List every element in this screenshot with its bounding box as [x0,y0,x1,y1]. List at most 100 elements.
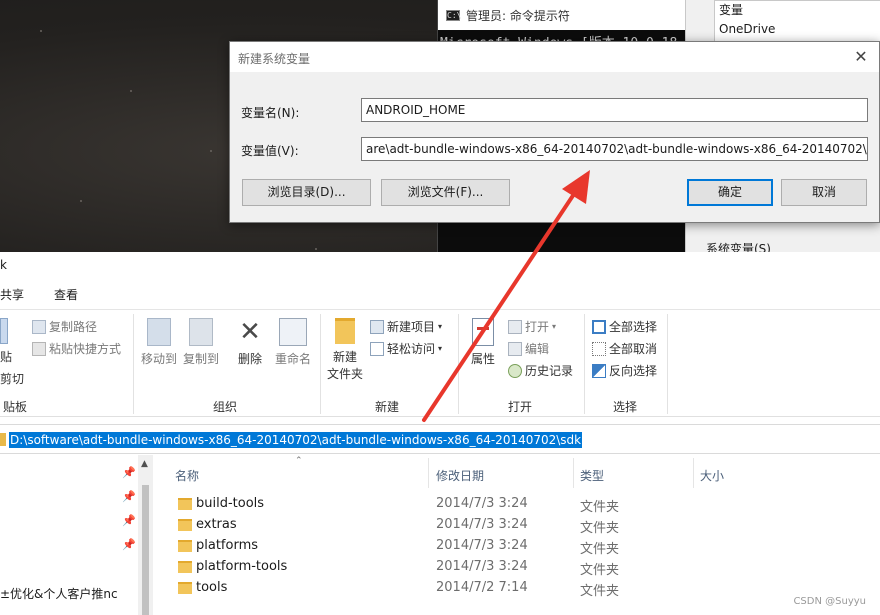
paste-button[interactable] [0,318,14,344]
address-bar[interactable]: D:\software\adt-bundle-windows-x86_64-20… [0,424,880,454]
easy-access-button[interactable]: 轻松访问 ▾ [370,340,442,357]
file-type: 文件夹 [580,584,620,599]
delete-button[interactable]: ✕ 删除 [233,318,267,367]
file-name: extras [196,517,237,532]
select-none-button[interactable]: 全部取消 [592,340,657,357]
address-path[interactable]: D:\software\adt-bundle-windows-x86_64-20… [9,432,583,448]
sort-ascending-icon: ⌃ [295,456,303,466]
edit-button[interactable]: 编辑 [508,340,549,357]
file-row[interactable]: extras 2014/7/3 3:24 文件夹 [170,515,730,536]
folder-icon [178,498,192,510]
nav-item[interactable]: ±优化&个人客户推nc [0,585,118,602]
new-folder-button[interactable]: 新建 文件夹 [325,318,365,382]
column-separator[interactable] [573,458,574,488]
rename-icon [279,318,307,346]
file-row[interactable]: tools 2014/7/2 7:14 文件夹 [170,578,730,599]
new-folder-label-2: 文件夹 [326,367,363,381]
dialog-titlebar[interactable]: 新建系统变量 ✕ [230,42,879,72]
cmd-titlebar[interactable]: C:\ 管理员: 命令提示符 [438,0,685,30]
select-all-label: 全部选择 [609,320,658,334]
move-to-button[interactable]: 移动到 [140,318,178,367]
pin-icon[interactable]: 📌 [122,466,136,479]
list-item[interactable]: OneDrive [715,20,880,39]
cancel-button[interactable]: 取消 [781,179,867,206]
group-separator [584,314,585,414]
ribbon-tabs: 共享 查看 [0,286,108,306]
open-group-label: 打开 [507,400,532,414]
file-row[interactable]: platform-tools 2014/7/3 3:24 文件夹 [170,557,730,578]
file-row[interactable]: build-tools 2014/7/3 3:24 文件夹 [170,494,730,515]
copy-path-icon [32,319,46,334]
chevron-down-icon: ▾ [438,322,443,331]
new-folder-icon [335,318,355,344]
copy-path-label: 复制路径 [49,320,98,334]
new-item-icon [370,319,384,334]
variable-name-input[interactable]: ANDROID_HOME [361,98,868,122]
new-item-button[interactable]: 新建项目 ▾ [370,318,442,335]
file-type: 文件夹 [580,563,620,578]
group-separator [458,314,459,414]
close-icon[interactable]: ✕ [847,44,875,70]
ok-button[interactable]: 确定 [687,179,773,206]
edit-label: 编辑 [525,342,550,356]
history-icon [508,363,522,378]
user-variables-list[interactable]: 变量 OneDrive [714,0,880,42]
column-header-date[interactable]: 修改日期 [436,467,484,484]
file-date: 2014/7/3 3:24 [436,538,528,553]
pin-icon[interactable]: 📌 [122,490,136,503]
easy-access-label: 轻松访问 [387,342,436,356]
column-header-type[interactable]: 类型 [580,467,604,484]
copy-to-button[interactable]: 复制到 [182,318,220,367]
file-type: 文件夹 [580,542,620,557]
paste-label[interactable]: 贴 [0,348,12,365]
tab-share[interactable]: 共享 [0,286,24,306]
properties-button[interactable]: 属性 [464,318,502,367]
file-row[interactable]: platforms 2014/7/3 3:24 文件夹 [170,536,730,557]
column-header-size[interactable]: 大小 [700,467,724,484]
window-title: k [0,258,7,272]
browse-file-button[interactable]: 浏览文件(F)... [381,179,510,206]
new-folder-label-1: 新建 [332,350,357,364]
folder-icon [178,582,192,594]
select-group-label: 选择 [612,400,637,414]
variable-value-input[interactable]: are\adt-bundle-windows-x86_64-20140702\a… [361,137,868,161]
pin-icon[interactable]: 📌 [122,538,136,551]
column-separator[interactable] [428,458,429,488]
open-button[interactable]: 打开 ▾ [508,318,556,335]
tab-view[interactable]: 查看 [54,286,78,306]
file-name: build-tools [196,496,265,511]
paste-icon [0,318,8,344]
pin-icon[interactable]: 📌 [122,514,136,527]
file-date: 2014/7/3 3:24 [436,496,528,511]
star-speck [40,30,42,32]
column-header-name[interactable]: 名称 [175,467,199,484]
cmd-icon: C:\ [446,9,462,21]
properties-label: 属性 [470,352,495,366]
copy-path-button[interactable]: 复制路径 [32,318,97,335]
delete-label: 删除 [237,352,262,366]
select-all-button[interactable]: 全部选择 [592,318,657,335]
star-speck [315,248,317,250]
invert-selection-button[interactable]: 反向选择 [592,362,657,379]
nav-scrollbar[interactable]: ▲ [138,455,153,615]
history-label: 历史记录 [525,364,574,378]
file-date: 2014/7/3 3:24 [436,559,528,574]
list-item[interactable]: 变量 [715,1,880,20]
cut-button[interactable]: 剪切 [0,370,24,387]
scroll-up-icon[interactable]: ▲ [141,459,148,469]
browse-directory-button[interactable]: 浏览目录(D)... [242,179,371,206]
group-separator [667,314,668,414]
scroll-thumb[interactable] [142,485,149,615]
star-speck [210,150,212,152]
dialog-title: 新建系统变量 [238,52,311,66]
column-separator[interactable] [693,458,694,488]
paste-shortcut-button[interactable]: 粘贴快捷方式 [32,340,121,357]
folder-icon [178,561,192,573]
file-name: platforms [196,538,259,553]
history-button[interactable]: 历史记录 [508,362,573,379]
properties-icon [472,318,494,346]
rename-button[interactable]: 重命名 [272,318,314,367]
group-separator [133,314,134,414]
paste-shortcut-label: 粘贴快捷方式 [49,342,122,356]
edit-icon [508,341,522,356]
